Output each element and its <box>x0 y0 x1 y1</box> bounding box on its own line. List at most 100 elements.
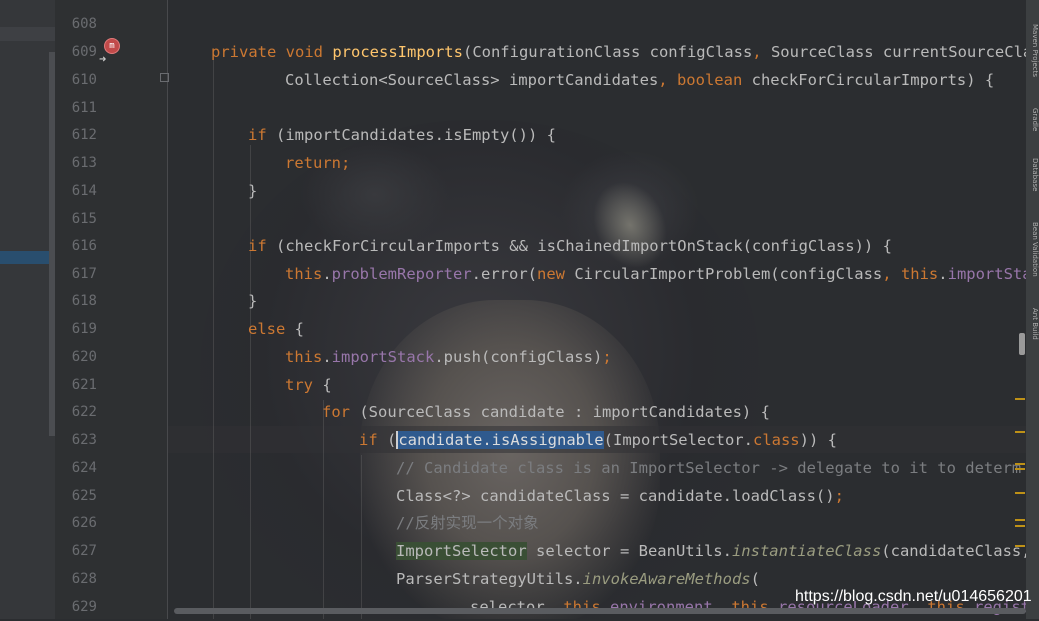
tab-ant-build[interactable]: Ant Build <box>1026 308 1039 340</box>
code-line-612[interactable]: if (importCandidates.isEmpty()) { <box>248 121 556 149</box>
line-number[interactable]: 623 <box>59 426 97 454</box>
tab-maven-projects[interactable]: Maven Projects <box>1026 24 1039 77</box>
keyword: if <box>248 126 276 144</box>
selected-text[interactable]: candidate.isAssignable <box>396 431 604 449</box>
line-number[interactable]: 625 <box>59 482 97 510</box>
line-number[interactable]: 612 <box>59 121 97 149</box>
code-text: } <box>248 182 258 200</box>
code-text: (candidateClass, <box>881 542 1026 560</box>
indent-guide <box>250 145 251 619</box>
usage-highlight: ImportSelector <box>396 542 527 560</box>
tab-database[interactable]: Database <box>1026 158 1039 191</box>
code-line-627[interactable]: ImportSelector selector = BeanUtils.inst… <box>396 537 1026 565</box>
line-number[interactable]: 610 <box>59 66 97 94</box>
tab-bean-validation[interactable]: Bean Validation <box>1026 222 1039 277</box>
code-line-616[interactable]: if (checkForCircularImports && isChained… <box>248 232 892 260</box>
horizontal-scrollbar[interactable] <box>174 608 1026 614</box>
semicolon: ; <box>341 154 351 172</box>
code-text: ( <box>387 431 397 449</box>
line-number[interactable]: 621 <box>59 371 97 399</box>
line-number[interactable]: 614 <box>59 177 97 205</box>
error-stripe-mark[interactable] <box>1015 431 1025 433</box>
error-stripe-mark[interactable] <box>1015 463 1025 465</box>
keyword: else <box>248 320 295 338</box>
code-text: .push(configClass) <box>434 348 603 366</box>
line-number[interactable]: 611 <box>59 94 97 122</box>
field: problemReporter <box>331 265 472 283</box>
code-line-626[interactable]: //反射实现一个对象 <box>396 509 539 537</box>
code-editor[interactable]: private void processImports(Configuratio… <box>168 0 1026 619</box>
semicolon: ; <box>602 348 612 366</box>
field: importSta <box>947 265 1026 283</box>
indent-guide <box>323 400 324 619</box>
line-number[interactable]: 619 <box>59 315 97 343</box>
code-text: (importCandidates.isEmpty()) { <box>276 126 556 144</box>
tab-gradle[interactable]: Gradle <box>1026 108 1039 131</box>
error-stripe-mark[interactable] <box>1015 525 1025 527</box>
code-line-618[interactable]: } <box>248 287 257 315</box>
code-line-625[interactable]: Class<?> candidateClass = candidate.load… <box>396 482 844 510</box>
method-badge-icon[interactable]: m <box>104 38 120 54</box>
static-method: invokeAwareMethods <box>582 570 751 588</box>
code-line-610[interactable]: Collection<SourceClass> importCandidates… <box>285 66 994 94</box>
line-number[interactable]: 615 <box>59 205 97 233</box>
line-number[interactable]: 620 <box>59 343 97 371</box>
keyword: try <box>285 376 323 394</box>
code-line-617[interactable]: this.problemReporter.error(new CircularI… <box>285 260 1026 288</box>
keyword: for <box>322 403 360 421</box>
code-line-609[interactable]: private void processImports(Configuratio… <box>211 38 1026 66</box>
line-number[interactable]: 616 <box>59 232 97 260</box>
line-number[interactable]: 626 <box>59 509 97 537</box>
code-line-619[interactable]: else { <box>248 315 304 343</box>
line-number[interactable]: 629 <box>59 593 97 621</box>
keyword: new <box>536 265 575 283</box>
project-tool-window[interactable] <box>0 0 55 619</box>
comma: , <box>658 71 677 89</box>
code-line-623[interactable]: if (candidate.isAssignable(ImportSelecto… <box>359 426 837 454</box>
line-number[interactable]: 628 <box>59 565 97 593</box>
static-method: instantiateClass <box>731 542 882 560</box>
line-number[interactable]: 608 <box>59 10 97 38</box>
code-line-624[interactable]: // Candidate class is an ImportSelector … <box>396 454 1021 482</box>
project-tree-row[interactable] <box>0 27 55 41</box>
line-number[interactable]: 609 <box>59 38 97 66</box>
line-number[interactable]: 622 <box>59 398 97 426</box>
indent-guide <box>213 60 214 619</box>
line-number[interactable]: 617 <box>59 260 97 288</box>
editor-scrollbar-thumb[interactable] <box>1019 333 1025 355</box>
error-stripe-mark[interactable] <box>1015 398 1025 400</box>
code-text: SourceClass currentSourceCla <box>770 43 1026 61</box>
code-text: Collection<SourceClass> importCandidates <box>285 71 659 89</box>
code-text: { <box>322 376 332 394</box>
code-text: checkForCircularImports) { <box>751 71 995 89</box>
watermark-text: https://blog.csdn.net/u014656201 <box>795 588 1032 605</box>
line-number[interactable]: 618 <box>59 287 97 315</box>
code-line-614[interactable]: } <box>248 177 257 205</box>
code-line-621[interactable]: try { <box>285 371 332 399</box>
project-tree-selected-row[interactable] <box>0 251 49 264</box>
error-stripe-mark[interactable] <box>1015 492 1025 494</box>
line-number[interactable]: 627 <box>59 537 97 565</box>
code-text: (checkForCircularImports && isChainedImp… <box>276 237 892 255</box>
code-line-613[interactable]: return; <box>285 149 350 177</box>
code-line-628[interactable]: ParserStrategyUtils.invokeAwareMethods( <box>396 565 760 593</box>
keyword: this <box>285 265 323 283</box>
line-number[interactable]: 613 <box>59 149 97 177</box>
code-text: . <box>322 265 332 283</box>
override-arrow-icon[interactable]: ➜ <box>99 52 106 66</box>
code-text: .error( <box>471 265 537 283</box>
error-stripe-mark[interactable] <box>1015 545 1025 547</box>
code-text: ( <box>750 570 760 588</box>
code-text: ParserStrategyUtils. <box>396 570 583 588</box>
code-text: )) { <box>799 431 837 449</box>
code-text: . <box>743 431 753 449</box>
comma: , <box>752 43 771 61</box>
code-line-622[interactable]: for (SourceClass candidate : importCandi… <box>322 398 770 426</box>
code-line-620[interactable]: this.importStack.push(configClass); <box>285 343 612 371</box>
comment: // Candidate class is an ImportSelector … <box>396 459 1022 477</box>
code-text: { <box>294 320 305 338</box>
line-number[interactable]: 624 <box>59 454 97 482</box>
error-stripe-mark[interactable] <box>1015 519 1025 521</box>
comma: , <box>882 265 901 283</box>
error-stripe-mark[interactable] <box>1015 468 1025 470</box>
